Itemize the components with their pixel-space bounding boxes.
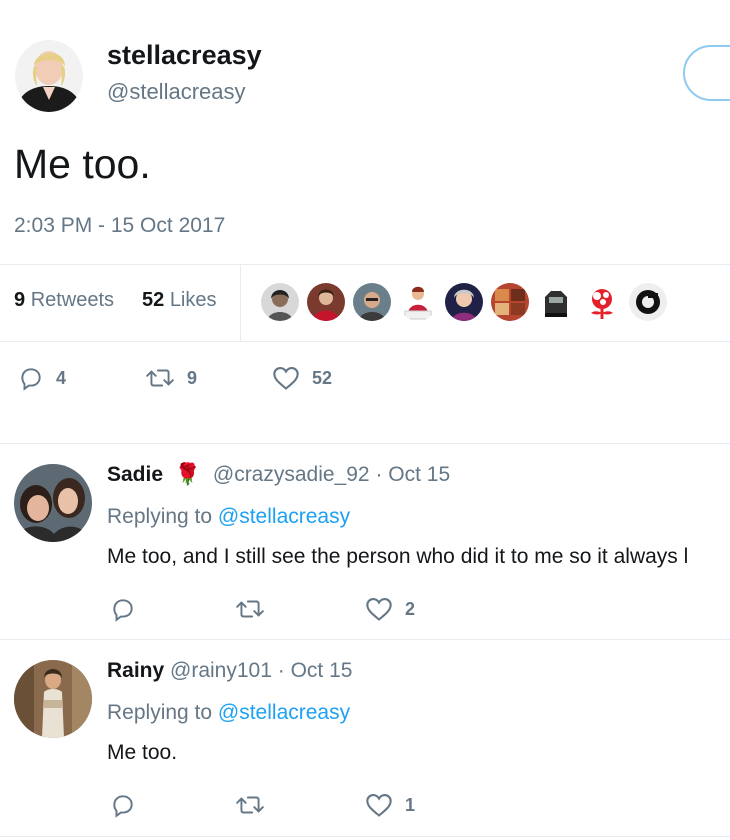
- reply-icon: [113, 795, 133, 818]
- like-action[interactable]: 1: [365, 792, 415, 818]
- liker-avatar[interactable]: [445, 283, 483, 321]
- reply-display-name[interactable]: Sadie: [107, 463, 163, 486]
- liker-avatar[interactable]: [353, 283, 391, 321]
- heart-icon: [366, 794, 392, 817]
- reply-header: Rainy @rainy101 · Oct 15: [107, 659, 352, 683]
- liker-avatar[interactable]: [307, 283, 345, 321]
- divider: [0, 264, 730, 265]
- retweets-stat[interactable]: 9 Retweets: [14, 289, 114, 312]
- reply-text: Me too, and I still see the person who d…: [107, 545, 689, 568]
- author-handle[interactable]: @stellacreasy: [107, 79, 246, 105]
- retweet-icon: [236, 600, 264, 618]
- reply-display-name[interactable]: Rainy: [107, 659, 164, 682]
- replying-to-link[interactable]: @stellacreasy: [218, 701, 350, 724]
- reply-text: Me too.: [107, 741, 178, 764]
- divider: [0, 639, 730, 640]
- like-count: 52: [312, 367, 333, 388]
- reply-avatar[interactable]: [14, 464, 92, 542]
- retweet-action[interactable]: 9: [145, 365, 197, 391]
- replying-to-label: Replying to: [107, 701, 213, 724]
- liker-avatar[interactable]: [399, 283, 437, 321]
- author-avatar[interactable]: [15, 40, 83, 112]
- retweet-count: 9: [187, 367, 198, 388]
- reply-header: Sadie 🌹 @crazysadie_92 · Oct 15: [107, 463, 450, 487]
- follow-button[interactable]: [683, 45, 730, 101]
- replying-to: Replying to @stellacreasy: [107, 701, 350, 725]
- liker-avatar[interactable]: [491, 283, 529, 321]
- like-action[interactable]: 2: [365, 596, 415, 622]
- reply-handle-time[interactable]: @rainy101 · Oct 15: [170, 659, 352, 682]
- divider: [0, 341, 730, 342]
- retweet-icon: [236, 796, 264, 814]
- like-action[interactable]: 52: [272, 365, 332, 391]
- reply-icon: [21, 368, 41, 391]
- retweets-count: 9: [14, 289, 26, 311]
- replying-to: Replying to @stellacreasy: [107, 505, 350, 529]
- like-count: 1: [405, 794, 416, 815]
- divider: [0, 443, 730, 444]
- divider: [0, 836, 730, 837]
- retweets-label: Retweets: [30, 289, 115, 311]
- replying-to-link[interactable]: @stellacreasy: [218, 505, 350, 528]
- like-count: 2: [405, 598, 416, 619]
- retweet-action[interactable]: [235, 596, 265, 622]
- replying-to-label: Replying to: [107, 505, 213, 528]
- reply-icon: [113, 599, 133, 622]
- heart-icon: [366, 598, 392, 621]
- liker-avatar[interactable]: [261, 283, 299, 321]
- retweet-icon: [146, 369, 174, 387]
- reply-count: 4: [56, 367, 67, 388]
- reply-avatar[interactable]: [14, 660, 92, 738]
- reply-action[interactable]: [110, 596, 136, 622]
- tweet-text: Me too.: [14, 141, 151, 187]
- liker-avatar[interactable]: [583, 283, 621, 321]
- tweet-timestamp[interactable]: 2:03 PM - 15 Oct 2017: [14, 214, 225, 238]
- liker-avatar[interactable]: [629, 283, 667, 321]
- author-display-name[interactable]: stellacreasy: [107, 40, 262, 71]
- stats-separator: [240, 264, 241, 341]
- heart-icon: [273, 367, 299, 390]
- reply-handle-time[interactable]: @crazysadie_92 · Oct 15: [213, 463, 450, 486]
- reply-action[interactable]: 4: [18, 365, 66, 391]
- reply-action[interactable]: [110, 792, 136, 818]
- rose-emoji: 🌹: [174, 463, 202, 486]
- likes-stat[interactable]: 52 Likes: [142, 289, 217, 312]
- retweet-action[interactable]: [235, 792, 265, 818]
- likes-count: 52: [142, 289, 165, 311]
- likes-label: Likes: [169, 289, 217, 311]
- liker-avatar[interactable]: [537, 283, 575, 321]
